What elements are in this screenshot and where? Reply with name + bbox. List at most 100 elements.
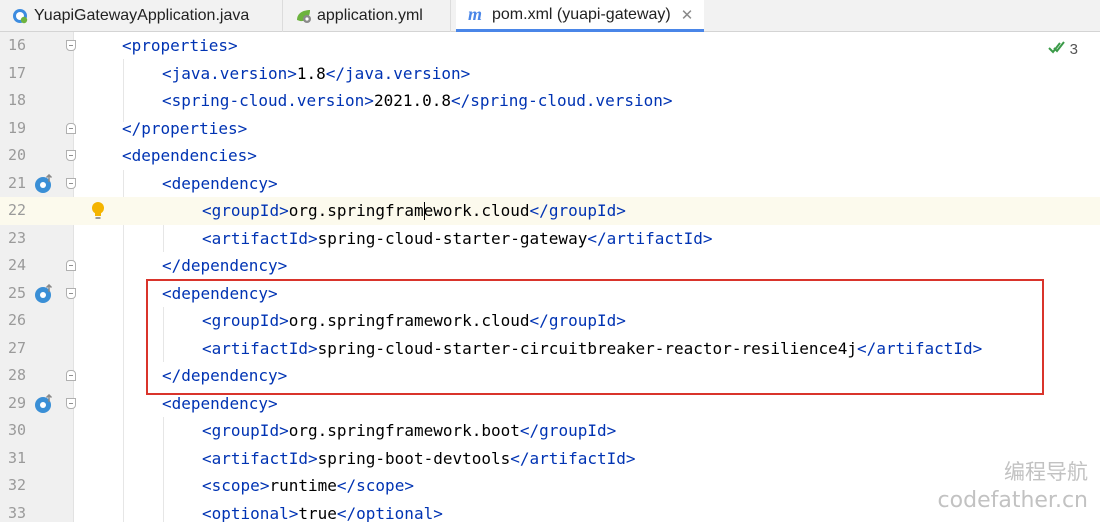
xml-text: 2021.0.8 xyxy=(373,91,451,110)
watermark-title: 编程导航 xyxy=(1004,460,1088,484)
code-line: 33 <optional>true</optional> xyxy=(0,500,1100,522)
xml-end-tag: </artifactId> xyxy=(587,228,713,248)
xml-tag: groupId xyxy=(211,201,280,220)
xml-text: org.springfram xyxy=(288,201,424,220)
fold-toggle[interactable] xyxy=(66,397,76,409)
code-line-current: 22 <groupId>org.springframework.cloud</g… xyxy=(0,197,1100,225)
code-line: 21 <dependency> xyxy=(0,170,1100,198)
maven-dependency-gutter-icon[interactable] xyxy=(34,393,54,414)
xml-tag: artifactId xyxy=(211,448,308,468)
xml-tag: artifactId xyxy=(211,228,308,248)
xml-tag: artifactId xyxy=(211,338,308,358)
code-line: 28 </dependency> xyxy=(0,362,1100,390)
close-icon[interactable]: ✕ xyxy=(681,6,694,24)
xml-tag: dependency xyxy=(171,173,268,193)
xml-tag: optional xyxy=(211,503,289,522)
xml-end-tag: </groupId> xyxy=(519,421,617,440)
xml-tag: dependency xyxy=(181,366,278,385)
maven-icon: m xyxy=(468,3,483,24)
tab-application-yml[interactable]: application.yml xyxy=(283,0,451,32)
xml-end-tag: </groupId> xyxy=(529,311,626,330)
xml-tag: dependency xyxy=(171,283,268,303)
line-number: 18 xyxy=(7,91,26,109)
line-number: 19 xyxy=(7,118,26,137)
code-line: 19 </properties> xyxy=(0,115,1100,143)
xml-text: runtime xyxy=(269,476,337,495)
spring-boot-class-icon xyxy=(12,8,28,24)
tab-pom-xml[interactable]: m pom.xml (yuapi-gateway) ✕ xyxy=(456,0,704,32)
line-number: 23 xyxy=(7,228,26,247)
line-number: 17 xyxy=(7,63,26,82)
tab-label: application.yml xyxy=(317,7,423,24)
code-line: 17 <java.version>1.8</java.version> xyxy=(0,60,1100,88)
spring-config-icon xyxy=(295,8,311,24)
fold-toggle[interactable] xyxy=(66,287,76,299)
xml-tag: scope xyxy=(211,476,260,495)
xml-end-tag: </artifactId> xyxy=(510,448,636,468)
fold-toggle[interactable] xyxy=(66,40,76,51)
xml-text: spring-cloud-starter-circuitbreaker-reac… xyxy=(317,338,858,358)
xml-text: ework.cloud xyxy=(423,201,530,220)
inspection-widget[interactable]: 3 xyxy=(1047,40,1078,58)
line-number: 20 xyxy=(7,146,26,164)
xml-end-tag: </spring-cloud.version> xyxy=(451,91,673,110)
code-line: 23 <artifactId>spring-cloud-starter-gate… xyxy=(0,225,1100,253)
code-line: 16 <properties> xyxy=(0,32,1100,60)
line-number: 32 xyxy=(7,476,26,494)
code-line: 31 <artifactId>spring-boot-devtools</art… xyxy=(0,445,1100,473)
tab-yuapi-gateway-application[interactable]: YuapiGatewayApplication.java xyxy=(0,0,283,32)
tab-label: YuapiGatewayApplication.java xyxy=(34,7,250,24)
xml-text: org.springframework.cloud xyxy=(288,311,530,330)
inspection-count: 3 xyxy=(1069,40,1078,58)
fold-toggle[interactable] xyxy=(66,370,76,381)
line-number: 21 xyxy=(7,173,26,192)
xml-tag: java.version xyxy=(171,63,288,83)
line-number: 16 xyxy=(7,36,26,54)
double-check-icon xyxy=(1047,40,1066,58)
code-line: 18 <spring-cloud.version>2021.0.8</sprin… xyxy=(0,87,1100,115)
xml-end-tag: </groupId> xyxy=(529,201,626,220)
code-line: 20 <dependencies> xyxy=(0,142,1100,170)
code-line: 26 <groupId>org.springframework.cloud</g… xyxy=(0,307,1100,335)
line-number: 22 xyxy=(7,201,26,219)
code-line: 29 <dependency> xyxy=(0,390,1100,418)
fold-toggle[interactable] xyxy=(66,177,76,189)
xml-text: spring-cloud-starter-gateway xyxy=(317,228,588,248)
xml-tag: groupId xyxy=(211,311,280,330)
line-number: 25 xyxy=(7,283,26,302)
line-number: 26 xyxy=(7,311,26,329)
line-number: 24 xyxy=(7,256,26,274)
xml-text: true xyxy=(298,503,337,522)
xml-text: org.springframework.boot xyxy=(288,421,520,440)
xml-tag: groupId xyxy=(211,421,280,440)
line-number: 31 xyxy=(7,448,26,467)
xml-tag: dependencies xyxy=(131,146,248,165)
xml-text: 1.8 xyxy=(296,63,326,83)
xml-end-tag: </artifactId> xyxy=(857,338,983,358)
line-number: 33 xyxy=(7,503,26,522)
editor-tab-bar: YuapiGatewayApplication.java application… xyxy=(0,0,1100,32)
xml-tag: properties xyxy=(131,36,228,55)
code-line: 27 <artifactId>spring-cloud-starter-circ… xyxy=(0,335,1100,363)
fold-toggle[interactable] xyxy=(66,150,76,161)
line-number: 27 xyxy=(7,338,26,357)
xml-tag: properties xyxy=(141,118,238,138)
line-number: 30 xyxy=(7,421,26,439)
fold-toggle[interactable] xyxy=(66,122,76,134)
line-number: 28 xyxy=(7,366,26,384)
xml-tag: dependency xyxy=(181,256,278,275)
code-line: 24 </dependency> xyxy=(0,252,1100,280)
code-line: 25 <dependency> xyxy=(0,280,1100,308)
fold-toggle[interactable] xyxy=(66,260,76,271)
code-editor[interactable]: 16 <properties> 17 <java.version>1.8</ja… xyxy=(0,32,1100,522)
line-number: 29 xyxy=(7,393,26,412)
xml-tag: spring-cloud.version xyxy=(171,91,365,110)
maven-dependency-gutter-icon[interactable] xyxy=(34,173,54,194)
lightbulb-icon[interactable] xyxy=(91,201,105,221)
code-line: 32 <scope>runtime</scope> xyxy=(0,472,1100,500)
xml-end-tag: </scope> xyxy=(336,476,414,495)
xml-tag: dependency xyxy=(171,393,268,413)
xml-text: spring-boot-devtools xyxy=(317,448,511,468)
maven-dependency-gutter-icon[interactable] xyxy=(34,283,54,304)
watermark-url: codefather.cn xyxy=(937,488,1088,513)
